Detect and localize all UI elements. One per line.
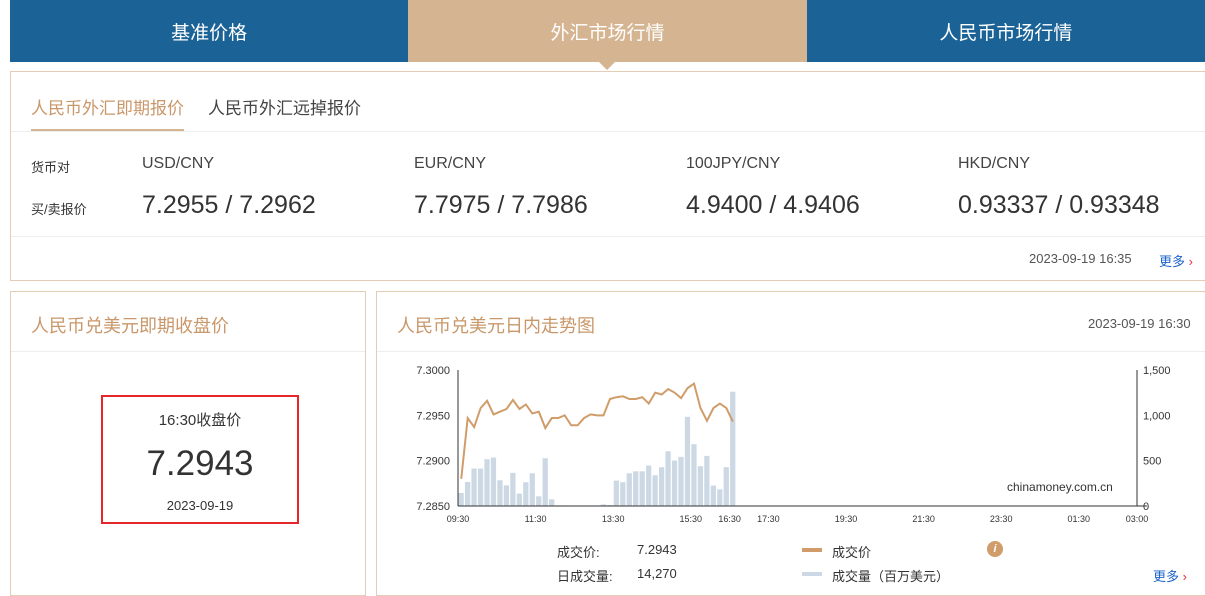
close-price-box: 16:30收盘价 7.2943 2023-09-19	[101, 395, 299, 524]
volume-bar	[671, 460, 678, 506]
volume-bar	[665, 451, 671, 506]
volume-value: 14,270	[637, 566, 677, 581]
pair-hkd: HKD/CNY	[958, 155, 1031, 172]
y-right-tick: 0	[1143, 501, 1149, 513]
x-tick: 15:30	[680, 514, 703, 524]
quote-usd: 7.2955 / 7.2962	[142, 191, 316, 219]
volume-bar	[549, 499, 555, 506]
chevron-right-icon: ›	[1182, 569, 1187, 584]
quote-label: 买/卖报价	[31, 202, 87, 217]
tab-rmb-market[interactable]: 人民币市场行情	[806, 0, 1205, 62]
close-date: 2023-09-19	[166, 498, 234, 513]
volume-bar	[464, 481, 471, 506]
volume-bar	[704, 455, 710, 506]
volume-bar	[542, 458, 548, 506]
pair-eur: EUR/CNY	[414, 155, 487, 172]
volume-bar	[646, 465, 652, 506]
main-nav: 基准价格 外汇市场行情 人民币市场行情	[10, 0, 1205, 70]
intraday-timestamp: 2023-09-19 16:30	[1088, 316, 1191, 331]
y-left-tick: 7.2950	[416, 410, 450, 422]
legend-price-swatch	[802, 548, 822, 552]
volume-label: 日成交量:	[557, 569, 613, 584]
tab-fx-market[interactable]: 外汇市场行情	[408, 0, 807, 70]
y-left-tick: 7.3000	[416, 365, 450, 377]
volume-bar	[529, 473, 535, 506]
x-tick: 01:30	[1068, 514, 1091, 524]
volume-bar	[723, 467, 729, 506]
volume-bar	[503, 485, 510, 506]
volume-bar	[458, 492, 464, 506]
close-title: 人民币兑美元即期收盘价	[11, 292, 365, 352]
pair-jpy: 100JPY/CNY	[686, 155, 781, 172]
tab-forward[interactable]: 人民币外汇远掉报价	[208, 72, 361, 131]
volume-bar	[471, 468, 477, 506]
x-tick: 23:30	[990, 514, 1013, 524]
quote-hkd: 0.93337 / 0.93348	[958, 191, 1160, 219]
volume-bar	[477, 468, 484, 506]
volume-bar	[516, 493, 522, 506]
close-value: 7.2943	[146, 444, 254, 483]
x-tick: 09:30	[447, 514, 470, 524]
volume-bar	[490, 457, 497, 506]
watermark: chinamoney.com.cn	[1007, 480, 1113, 494]
y-left-tick: 7.2850	[416, 501, 450, 513]
quote-eur: 7.7975 / 7.7986	[414, 191, 588, 219]
volume-bar	[678, 456, 684, 506]
chevron-right-icon: ›	[1188, 254, 1193, 269]
volume-bar	[717, 489, 723, 506]
intraday-panel: 人民币兑美元日内走势图 2023-09-19 16:30 7.3000 7.295…	[376, 291, 1205, 596]
spot-quote-panel: 人民币外汇即期报价 人民币外汇远掉报价 货币对 买/卖报价 USD/CNY 7.…	[10, 71, 1205, 281]
volume-bar	[626, 473, 632, 506]
tab-benchmark[interactable]: 基准价格	[10, 0, 409, 62]
x-tick: 13:30	[602, 514, 625, 524]
legend-volume-swatch	[802, 572, 822, 576]
x-tick: 19:30	[835, 514, 858, 524]
intraday-title: 人民币兑美元日内走势图	[377, 292, 1205, 352]
legend-volume: 成交量（百万美元）	[832, 569, 950, 584]
y-left-tick: 7.2900	[416, 456, 450, 468]
y-right-tick: 500	[1143, 456, 1161, 468]
volume-bar	[730, 391, 736, 506]
volume-bar	[484, 459, 490, 506]
volume-bar	[613, 480, 619, 506]
x-tick: 16:30	[718, 514, 741, 524]
intraday-more-link[interactable]: 更多 ›	[1153, 566, 1187, 585]
x-tick: 03:00	[1126, 514, 1149, 524]
legend-price: 成交价	[832, 545, 872, 560]
y-right-tick: 1,000	[1143, 410, 1171, 422]
intraday-chart: 7.3000 7.2950 7.2900 7.2850 1,500 1,000 500 0 09…	[416, 365, 1171, 524]
volume-bar	[633, 471, 639, 506]
x-tick: 21:30	[912, 514, 935, 524]
volume-bar	[710, 485, 716, 506]
volume-bar	[523, 482, 529, 506]
pair-label: 货币对	[31, 160, 71, 175]
volume-bar	[510, 472, 516, 506]
close-price-panel: 人民币兑美元即期收盘价 16:30收盘价 7.2943 2023-09-19	[10, 291, 366, 596]
volume-bar	[620, 482, 626, 506]
x-tick: 11:30	[525, 514, 547, 524]
volume-bar	[536, 496, 542, 506]
y-right-tick: 1,500	[1143, 365, 1171, 377]
close-label: 16:30收盘价	[158, 412, 242, 429]
tab-spot[interactable]: 人民币外汇即期报价	[31, 72, 184, 131]
volume-bar	[497, 480, 503, 506]
volume-bar	[684, 416, 691, 506]
spot-more-link[interactable]: 更多 ›	[1159, 251, 1193, 270]
price-label: 成交价:	[557, 545, 600, 560]
volume-bar	[691, 444, 697, 506]
info-icon[interactable]: i	[987, 541, 1003, 557]
pair-usd: USD/CNY	[142, 155, 215, 172]
volume-bar	[658, 467, 665, 506]
spot-timestamp: 2023-09-19 16:35	[1029, 251, 1132, 266]
quote-jpy: 4.9400 / 4.9406	[686, 191, 860, 219]
price-value: 7.2943	[637, 542, 677, 557]
x-tick: 17:30	[757, 514, 780, 524]
volume-bar	[697, 466, 704, 506]
volume-bar	[652, 475, 658, 506]
volume-bar	[639, 471, 645, 506]
